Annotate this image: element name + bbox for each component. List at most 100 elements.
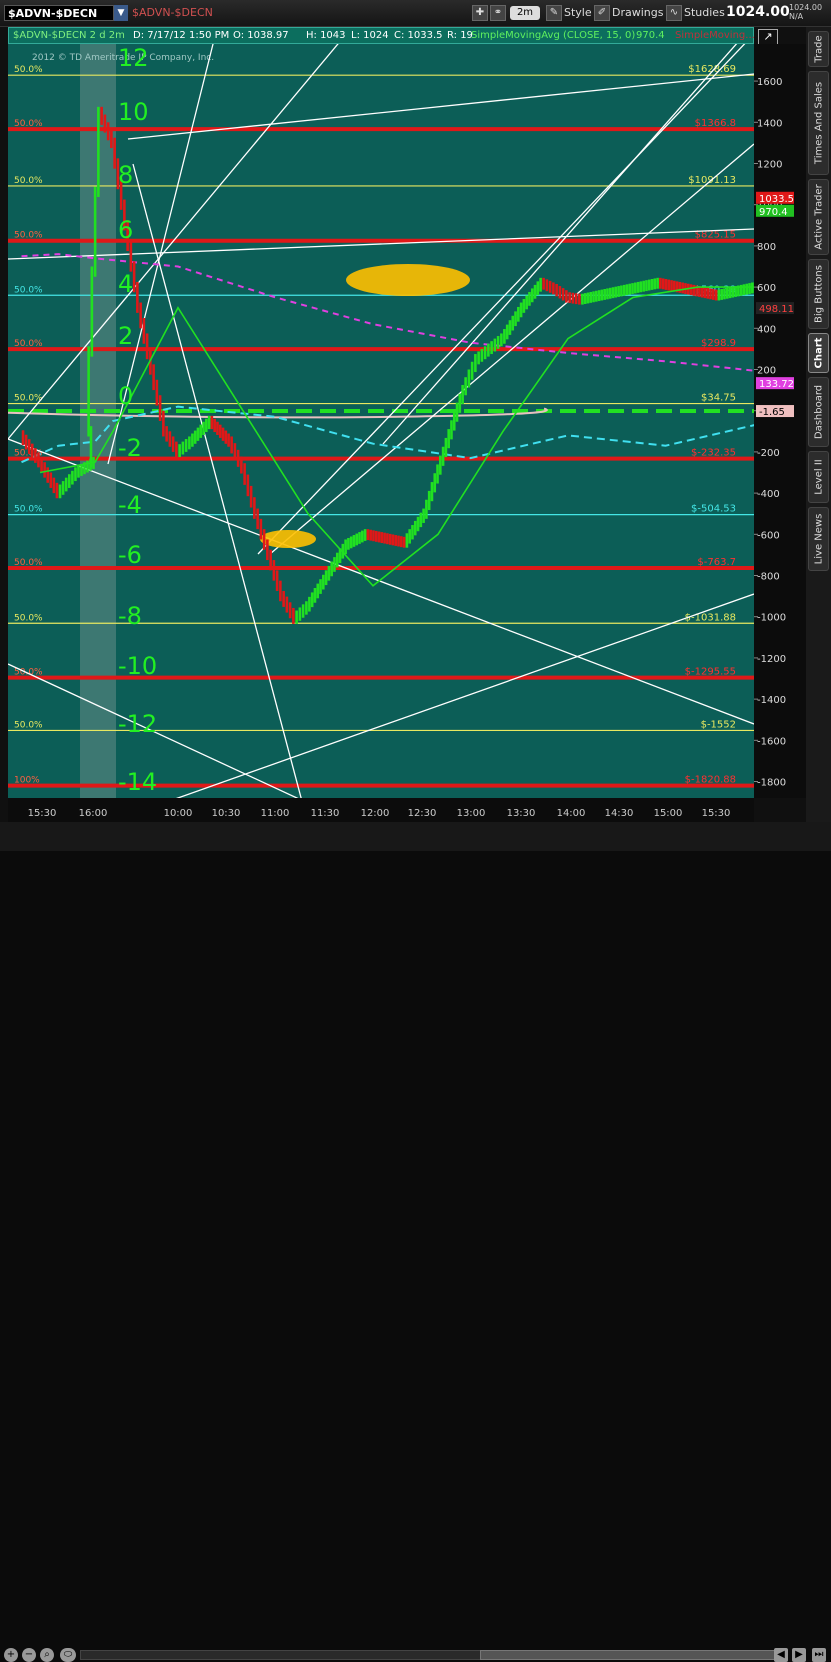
secondary-scale-label: -4	[118, 491, 142, 519]
fit-icon[interactable]: ⬭	[60, 1648, 76, 1662]
fib-level-percent: 50.0%	[14, 65, 43, 75]
fib-level-price: $-1820.88	[685, 775, 736, 786]
side-tab-chart[interactable]: Chart	[808, 333, 829, 373]
x-tick-label: 10:00	[164, 808, 193, 819]
symbol-description: $ADVN-$DECN	[132, 6, 213, 19]
y-tick-label: -400	[757, 489, 780, 500]
fib-level-price: $-1295.55	[685, 667, 736, 678]
secondary-scale-label: 2	[118, 322, 133, 350]
y-tick-label: 1200	[757, 159, 782, 170]
last-price-info: 1024.00 N/A	[789, 3, 822, 21]
secondary-scale-label: -12	[118, 710, 157, 738]
fib-level-percent: 100%	[14, 776, 40, 786]
side-tab-active-trader[interactable]: Active Trader	[808, 179, 829, 255]
scroll-end-icon[interactable]: ⏭	[812, 1648, 826, 1662]
side-tab-label: Chart	[813, 337, 824, 369]
style-icon[interactable]: ✎	[546, 5, 562, 21]
y-tick-label: -1000	[757, 613, 786, 624]
secondary-scale-label: -8	[118, 602, 142, 630]
drawings-icon[interactable]: ✐	[594, 5, 610, 21]
bottom-bar: + − ⌕ ⬭ ◀ ▶ ⏭	[0, 822, 831, 1662]
price-chart[interactable]: 2012 © TD Ameritrade IP Company, Inc.50.…	[8, 44, 754, 798]
trend-line	[8, 438, 754, 725]
zoom-in-icon[interactable]: +	[4, 1648, 18, 1662]
fib-level-price: $1091.13	[688, 175, 736, 186]
side-tab-live-news[interactable]: Live News	[808, 507, 829, 571]
drawing-tool-icon[interactable]: ↗	[758, 29, 778, 45]
y-tick-label: -1200	[757, 654, 786, 665]
trend-line	[257, 44, 746, 555]
price-marker-label: 970.4	[759, 207, 788, 218]
side-tab-big-buttons[interactable]: Big Buttons	[808, 259, 829, 329]
fib-level-price: $1628.69	[688, 64, 736, 75]
price-marker-label: 498.11	[759, 304, 794, 315]
magnifier-icon[interactable]: ⌕	[40, 1648, 54, 1662]
x-tick-label: 15:00	[654, 808, 683, 819]
side-tab-label: Active Trader	[813, 184, 824, 250]
crosshair-icon[interactable]: ✚	[472, 5, 488, 21]
info-symbol-period: $ADVN-$DECN 2 d 2m	[13, 30, 125, 41]
studies-button[interactable]: Studies	[684, 5, 725, 21]
fib-level-price: $1366.8	[695, 118, 736, 129]
fib-level-percent: 50.0%	[14, 720, 43, 730]
y-tick-label: 800	[757, 242, 776, 253]
aggregation-button[interactable]: 2m	[510, 6, 540, 20]
chart-info-bar: $ADVN-$DECN 2 d 2m D: 7/17/12 1:50 PM O:…	[8, 27, 755, 44]
price-marker-label: 1033.5	[759, 194, 794, 205]
y-tick-label: -1400	[757, 695, 786, 706]
fib-level-price: $34.75	[701, 393, 736, 404]
link-icon[interactable]: ⚭	[490, 5, 506, 21]
fib-level-percent: 50.0%	[14, 613, 43, 623]
symbol-dropdown-icon[interactable]: ▼	[114, 5, 128, 21]
scroll-left-icon[interactable]: ◀	[774, 1648, 788, 1662]
x-tick-label: 12:30	[408, 808, 437, 819]
x-tick-label: 13:30	[507, 808, 536, 819]
info-study2: SimpleMoving...	[675, 30, 755, 41]
scrollbar-thumb[interactable]	[480, 1650, 776, 1660]
side-tab-level-ii[interactable]: Level II	[808, 451, 829, 503]
secondary-scale-label: -14	[118, 768, 157, 796]
side-tab-times-and-sales[interactable]: Times And Sales	[808, 71, 829, 175]
toolbar: $ADVN-$DECN ▼ $ADVN-$DECN ✚ ⚭ 2m ✎ Style…	[0, 0, 831, 27]
x-tick-label: 12:00	[361, 808, 390, 819]
secondary-scale-label: 6	[118, 216, 133, 244]
y-tick-label: 1600	[757, 77, 782, 88]
fib-level-percent: 50.0%	[14, 558, 43, 568]
fib-level-price: $-232.35	[691, 448, 736, 459]
fib-level-percent: 50.0%	[14, 231, 43, 241]
x-tick-label: 11:30	[311, 808, 340, 819]
side-tab-trade[interactable]: Trade	[808, 31, 829, 67]
fib-level-percent: 50.0%	[14, 285, 43, 295]
zoom-out-icon[interactable]: −	[22, 1648, 36, 1662]
x-tick-label: 14:00	[557, 808, 586, 819]
price-marker-label: 133.72	[759, 379, 794, 390]
chart-pane[interactable]: 2012 © TD Ameritrade IP Company, Inc. 50.…	[8, 44, 754, 798]
trend-line	[382, 44, 738, 445]
symbol-input[interactable]: $ADVN-$DECN	[4, 5, 114, 21]
y-tick-label: 1400	[757, 118, 782, 129]
net-change-small: N/A	[789, 12, 804, 21]
info-high: H: 1043	[306, 30, 346, 41]
secondary-scale-label: 4	[118, 270, 133, 298]
info-range: R: 19	[447, 30, 473, 41]
drawings-button[interactable]: Drawings	[612, 5, 663, 21]
fib-level-percent: 50.0%	[14, 339, 43, 349]
x-tick-label: 11:00	[261, 808, 290, 819]
side-tab-label: Big Buttons	[813, 265, 824, 323]
side-tab-label: Times And Sales	[813, 81, 824, 165]
side-tab-label: Level II	[813, 459, 824, 495]
x-tick-label: 13:00	[457, 808, 486, 819]
style-button[interactable]: Style	[564, 5, 592, 21]
info-study: SimpleMovingAvg (CLOSE, 15, 0)	[471, 30, 636, 41]
fib-level-price: $-504.53	[691, 504, 736, 515]
fib-level-percent: 50.0%	[14, 119, 43, 129]
scroll-right-icon[interactable]: ▶	[792, 1648, 806, 1662]
fib-level-price: $-1031.88	[685, 612, 736, 623]
time-axis[interactable]: 15:30 16:00 10:00 10:30 11:00 11:30 12:00 12:30…	[8, 798, 754, 822]
studies-icon[interactable]: ∿	[666, 5, 682, 21]
side-tab-label: Trade	[813, 35, 824, 63]
price-axis[interactable]: 16001400120010008006004002000-200-400-60…	[754, 44, 806, 798]
y-tick-label: -1800	[757, 778, 786, 789]
secondary-scale-label: -10	[118, 652, 157, 680]
side-tab-dashboard[interactable]: Dashboard	[808, 377, 829, 447]
